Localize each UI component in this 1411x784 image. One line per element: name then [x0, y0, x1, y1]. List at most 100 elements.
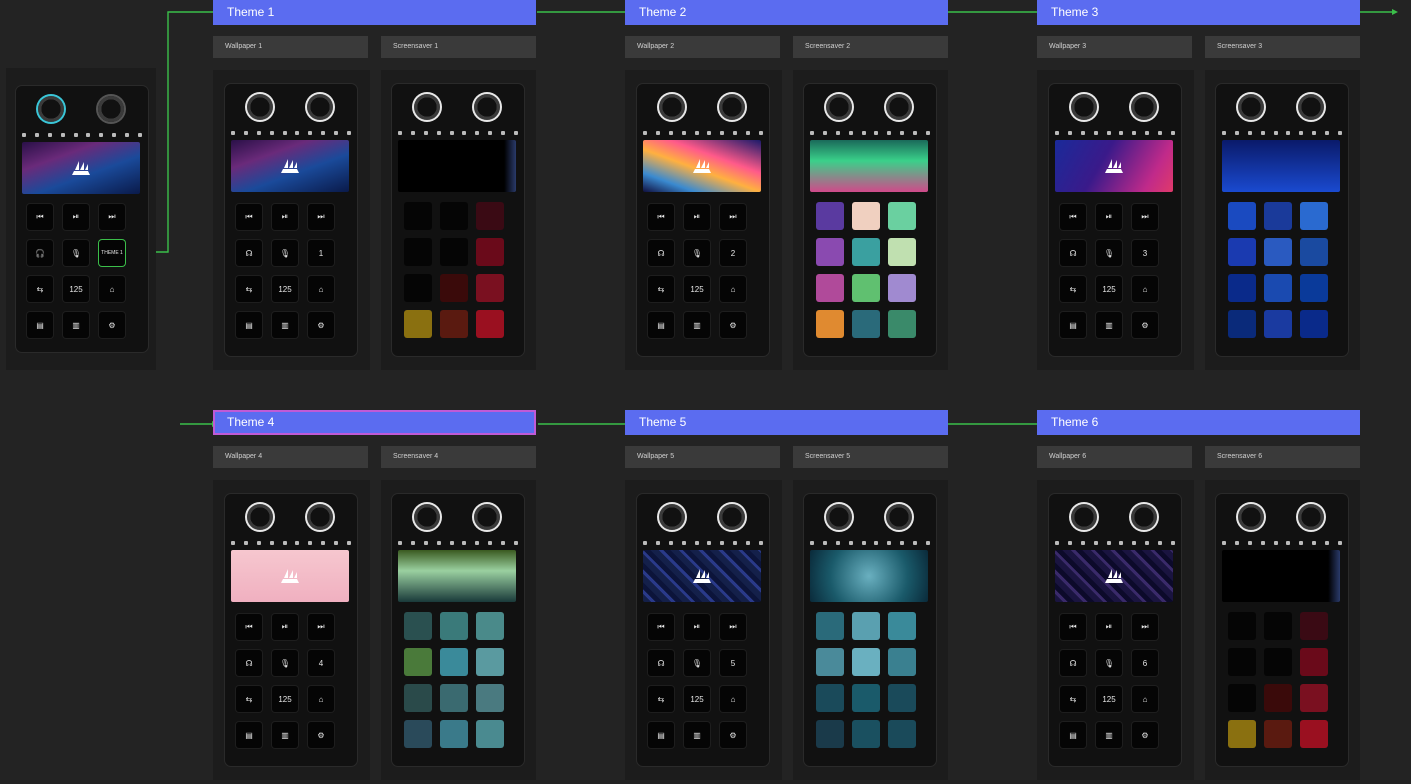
microphone-icon[interactable]: 🎙 [684, 240, 710, 266]
headphones-icon[interactable]: ☊ [648, 650, 674, 676]
prev-track-icon[interactable]: ⏮ [27, 204, 53, 230]
screensaver-tile[interactable] [404, 310, 432, 338]
keyboard-icon[interactable]: ▤ [1060, 312, 1086, 338]
screensaver-tile[interactable] [1228, 274, 1256, 302]
knob-left[interactable] [657, 502, 687, 532]
next-track-icon[interactable]: ⏭ [308, 204, 334, 230]
screensaver-label[interactable]: Screensaver 5 [793, 446, 948, 468]
wallpaper-label[interactable]: Wallpaper 2 [625, 36, 780, 58]
wallpaper-label[interactable]: Wallpaper 4 [213, 446, 368, 468]
knob-right[interactable] [1129, 502, 1159, 532]
screensaver-tile[interactable] [888, 684, 916, 712]
knob-right[interactable] [305, 92, 335, 122]
dpi-value[interactable]: 125 [684, 686, 710, 712]
microphone-icon[interactable]: 🎙 [272, 650, 298, 676]
knob-left[interactable] [245, 92, 275, 122]
next-track-icon[interactable]: ⏭ [99, 204, 125, 230]
knob-left[interactable] [412, 502, 442, 532]
settings-icon[interactable]: ⚙ [99, 312, 125, 338]
screensaver-label[interactable]: Screensaver 2 [793, 36, 948, 58]
screensaver-tile[interactable] [404, 274, 432, 302]
screensaver-tile[interactable] [1300, 202, 1328, 230]
swap-icon[interactable]: ⇆ [27, 276, 53, 302]
next-track-icon[interactable]: ⏭ [1132, 204, 1158, 230]
screensaver-tile[interactable] [816, 612, 844, 640]
wallpaper-label[interactable]: Wallpaper 5 [625, 446, 780, 468]
lock-icon[interactable]: ⌂ [308, 686, 334, 712]
theme-6-header[interactable]: Theme 6 [1037, 410, 1360, 435]
dpi-value[interactable]: 125 [272, 276, 298, 302]
screensaver-tile[interactable] [476, 648, 504, 676]
headphones-icon[interactable]: ☊ [236, 240, 262, 266]
keyboard-icon[interactable]: ▤ [236, 722, 262, 748]
microphone-icon[interactable]: 🎙 [63, 240, 89, 266]
play-pause-icon[interactable]: ⏯ [272, 204, 298, 230]
play-pause-icon[interactable]: ⏯ [272, 614, 298, 640]
display-icon[interactable]: ▥ [684, 312, 710, 338]
screensaver-tile[interactable] [888, 202, 916, 230]
dpi-value[interactable]: 125 [63, 276, 89, 302]
swap-icon[interactable]: ⇆ [1060, 686, 1086, 712]
screensaver-tile[interactable] [816, 684, 844, 712]
display-icon[interactable]: ▥ [1096, 722, 1122, 748]
screensaver-tile[interactable] [1228, 720, 1256, 748]
knob-left[interactable] [1069, 92, 1099, 122]
display-icon[interactable]: ▥ [272, 312, 298, 338]
screensaver-tile[interactable] [476, 684, 504, 712]
prev-track-icon[interactable]: ⏮ [236, 204, 262, 230]
screensaver-tile[interactable] [888, 310, 916, 338]
screensaver-tile[interactable] [1300, 684, 1328, 712]
theme-key[interactable]: 6 [1132, 650, 1158, 676]
play-pause-icon[interactable]: ⏯ [684, 204, 710, 230]
screensaver-tile[interactable] [888, 274, 916, 302]
theme-key[interactable]: 1 [308, 240, 334, 266]
screensaver-tile[interactable] [852, 612, 880, 640]
knob-right[interactable] [884, 92, 914, 122]
knob-left[interactable] [36, 94, 66, 124]
screensaver-tile[interactable] [476, 202, 504, 230]
swap-icon[interactable]: ⇆ [1060, 276, 1086, 302]
screensaver-tile[interactable] [1228, 612, 1256, 640]
microphone-icon[interactable]: 🎙 [1096, 650, 1122, 676]
screensaver-tile[interactable] [1264, 238, 1292, 266]
screensaver-tile[interactable] [440, 612, 468, 640]
knob-left[interactable] [1236, 502, 1266, 532]
lock-icon[interactable]: ⌂ [1132, 686, 1158, 712]
theme-key[interactable]: 3 [1132, 240, 1158, 266]
screensaver-tile[interactable] [1264, 720, 1292, 748]
microphone-icon[interactable]: 🎙 [1096, 240, 1122, 266]
keyboard-icon[interactable]: ▤ [648, 722, 674, 748]
display-icon[interactable]: ▥ [1096, 312, 1122, 338]
knob-right[interactable] [305, 502, 335, 532]
screensaver-tile[interactable] [1300, 612, 1328, 640]
theme-4-header[interactable]: Theme 4 [213, 410, 536, 435]
screensaver-tile[interactable] [440, 720, 468, 748]
headphones-icon[interactable]: ☊ [1060, 240, 1086, 266]
knob-left[interactable] [1236, 92, 1266, 122]
headphones-icon[interactable]: ☊ [648, 240, 674, 266]
theme-key[interactable]: 4 [308, 650, 334, 676]
screensaver-tile[interactable] [1300, 238, 1328, 266]
prev-track-icon[interactable]: ⏮ [648, 614, 674, 640]
screensaver-tile[interactable] [440, 648, 468, 676]
knob-right[interactable] [1296, 502, 1326, 532]
settings-icon[interactable]: ⚙ [1132, 722, 1158, 748]
keyboard-icon[interactable]: ▤ [236, 312, 262, 338]
lock-icon[interactable]: ⌂ [308, 276, 334, 302]
headphones-icon[interactable]: 🎧 [27, 240, 53, 266]
knob-left[interactable] [412, 92, 442, 122]
screensaver-tile[interactable] [888, 238, 916, 266]
screensaver-tile[interactable] [816, 720, 844, 748]
screensaver-tile[interactable] [852, 720, 880, 748]
screensaver-tile[interactable] [404, 720, 432, 748]
knob-right[interactable] [1129, 92, 1159, 122]
swap-icon[interactable]: ⇆ [648, 276, 674, 302]
screensaver-tile[interactable] [852, 648, 880, 676]
next-track-icon[interactable]: ⏭ [1132, 614, 1158, 640]
screensaver-tile[interactable] [852, 274, 880, 302]
screensaver-tile[interactable] [404, 684, 432, 712]
lock-icon[interactable]: ⌂ [720, 686, 746, 712]
theme-key[interactable]: THEME 1 [99, 240, 125, 266]
prev-track-icon[interactable]: ⏮ [1060, 614, 1086, 640]
screensaver-label[interactable]: Screensaver 4 [381, 446, 536, 468]
